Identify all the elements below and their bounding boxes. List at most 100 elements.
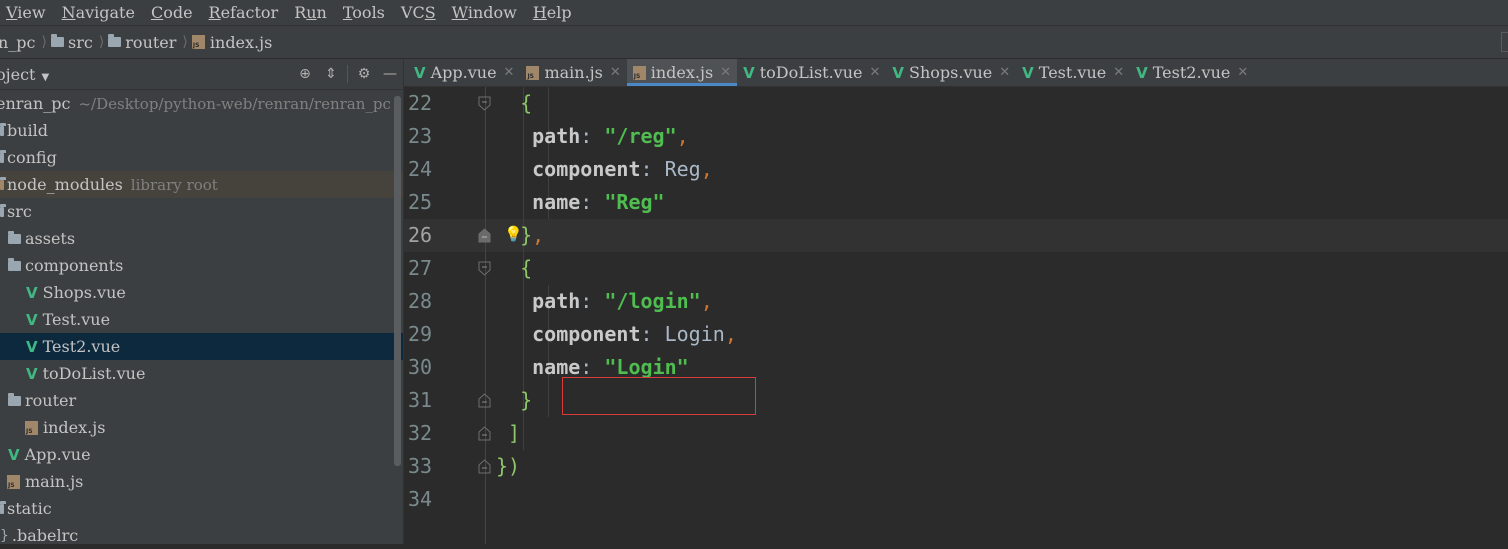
hide-panel-icon[interactable]: — bbox=[377, 66, 403, 82]
close-icon[interactable]: ✕ bbox=[870, 65, 881, 80]
tree-item-static[interactable]: static bbox=[0, 495, 403, 522]
breadcrumb-file[interactable]: index.js bbox=[191, 33, 272, 52]
menu-refactor[interactable]: Refactor bbox=[209, 3, 279, 22]
code-editor[interactable]: 22 23 24 25 26 27 28 29 30 31 32 33 34 💡… bbox=[404, 87, 1508, 544]
close-icon[interactable]: ✕ bbox=[610, 65, 621, 80]
editor-panel: VApp.vue✕ main.js✕ index.js ✕ VtoDoList.v… bbox=[404, 59, 1508, 544]
tree-item-test-vue[interactable]: V Test.vue bbox=[0, 306, 403, 333]
close-icon[interactable]: ✕ bbox=[1237, 65, 1248, 80]
menu-window[interactable]: Window bbox=[452, 3, 517, 22]
tab-index-js[interactable]: index.js ✕ bbox=[626, 59, 738, 86]
breadcrumb-router[interactable]: router bbox=[108, 33, 176, 52]
fold-marker-icon[interactable] bbox=[478, 459, 491, 474]
fold-marker-icon[interactable] bbox=[478, 426, 491, 441]
tab-label: Test.vue bbox=[1038, 63, 1107, 82]
tree-item-label: Shops.vue bbox=[42, 283, 126, 302]
code-text: { bbox=[496, 91, 533, 115]
folder-icon bbox=[108, 34, 122, 47]
code-text: }, bbox=[496, 223, 545, 247]
gear-icon[interactable]: ⚙ bbox=[351, 66, 377, 82]
vue-file-icon: V bbox=[1136, 63, 1148, 82]
config-file-icon: } bbox=[0, 527, 9, 544]
code-line: 27 bbox=[404, 252, 1508, 285]
folder-icon bbox=[0, 500, 6, 514]
tree-root-label: enran_pc bbox=[0, 94, 71, 113]
menu-run[interactable]: Run bbox=[294, 3, 327, 22]
tree-item-babelrc[interactable]: } .babelrc bbox=[0, 522, 403, 549]
line-number: 32 bbox=[408, 421, 433, 445]
tree-item-src[interactable]: src bbox=[0, 198, 403, 225]
tree-item-shops-vue[interactable]: V Shops.vue bbox=[0, 279, 403, 306]
menu-tools[interactable]: Tools bbox=[343, 3, 385, 22]
fold-marker-icon[interactable] bbox=[478, 96, 491, 111]
vue-file-icon: V bbox=[414, 63, 426, 82]
chevron-right-icon: ⟩ bbox=[41, 34, 47, 50]
menu-vcs[interactable]: VCS bbox=[401, 3, 436, 22]
js-file-icon bbox=[7, 474, 20, 489]
vue-file-icon: V bbox=[892, 63, 905, 82]
line-number: 24 bbox=[408, 157, 433, 181]
menu-code[interactable]: Code bbox=[151, 3, 193, 22]
tree-item-assets[interactable]: assets bbox=[0, 225, 403, 252]
tab-main-js[interactable]: main.js ✕ bbox=[520, 59, 626, 86]
chevron-right-icon: ⟩ bbox=[182, 34, 188, 50]
folder-icon bbox=[0, 176, 6, 190]
line-number: 25 bbox=[408, 190, 433, 214]
tab-todolist-vue[interactable]: VtoDoList.vue ✕ bbox=[737, 59, 886, 86]
tree-item-node-modules[interactable]: node_modules library root bbox=[0, 171, 403, 198]
project-view-selector[interactable]: oject ▼ bbox=[0, 65, 49, 84]
collapse-all-icon[interactable]: ⇕ bbox=[318, 66, 344, 82]
code-text: { bbox=[496, 256, 533, 280]
line-number: 26 bbox=[408, 223, 433, 247]
project-panel: oject ▼ ⊕ ⇕ ⚙ — enran_pc ~/Desktop/python… bbox=[0, 59, 404, 545]
close-icon[interactable]: ✕ bbox=[1113, 65, 1124, 80]
breadcrumb-project[interactable]: n_pc bbox=[0, 33, 36, 52]
menu-help[interactable]: Help bbox=[533, 3, 572, 22]
line-number: 27 bbox=[408, 256, 433, 280]
menu-view[interactable]: View bbox=[6, 3, 46, 22]
tree-item-label: components bbox=[25, 256, 124, 275]
close-icon[interactable]: ✕ bbox=[999, 65, 1010, 80]
highlight-box bbox=[562, 377, 756, 415]
tab-test-vue[interactable]: V Test.vue ✕ bbox=[1016, 59, 1130, 86]
tab-app-vue[interactable]: V App.vue ✕ bbox=[408, 59, 520, 86]
js-file-icon bbox=[632, 65, 646, 80]
vue-file-icon: V bbox=[26, 283, 38, 302]
close-icon[interactable]: ✕ bbox=[504, 65, 515, 80]
fold-marker-icon[interactable] bbox=[478, 261, 491, 276]
locate-icon[interactable]: ⊕ bbox=[292, 66, 318, 82]
tree-item-config[interactable]: config bbox=[0, 144, 403, 171]
chevron-right-icon: ⟩ bbox=[98, 34, 105, 50]
sidebar-scrollbar[interactable] bbox=[394, 96, 401, 466]
tree-item-app-vue[interactable]: V App.vue bbox=[0, 441, 403, 468]
line-number: 28 bbox=[408, 289, 433, 313]
vue-file-icon: V bbox=[26, 337, 38, 356]
fold-marker-icon[interactable] bbox=[478, 228, 491, 243]
tree-item-todolist-vue[interactable]: VtoDoList.vue bbox=[0, 360, 403, 387]
tree-item-label: node_modules bbox=[7, 175, 123, 194]
tree-root[interactable]: enran_pc ~/Desktop/python-web/renran/ren… bbox=[0, 90, 403, 117]
tree-item-components[interactable]: components bbox=[0, 252, 403, 279]
breadcrumb-src[interactable]: src bbox=[50, 33, 93, 52]
gutter-separator bbox=[485, 87, 486, 544]
fold-marker-icon[interactable] bbox=[478, 393, 491, 408]
tree-item-label: config bbox=[7, 148, 57, 167]
menu-navigate[interactable]: Navigate bbox=[62, 3, 135, 22]
tree-item-build[interactable]: build bbox=[0, 117, 403, 144]
tree-item-label: assets bbox=[25, 229, 76, 248]
menu-bar: View Navigate Code Refactor Run Tools VC… bbox=[0, 0, 1508, 26]
tree-item-router[interactable]: router bbox=[0, 387, 403, 414]
tree-item-label: Test.vue bbox=[42, 310, 111, 329]
tree-item-main-js[interactable]: main.js bbox=[0, 468, 403, 495]
tree-item-test2-vue[interactable]: V Test2.vue bbox=[0, 333, 403, 360]
line-number: 29 bbox=[408, 322, 433, 346]
close-icon[interactable]: ✕ bbox=[720, 65, 731, 80]
tree-item-label: index.js bbox=[43, 418, 106, 437]
toolbar-edge-button[interactable] bbox=[1501, 32, 1508, 52]
tab-label: index.js bbox=[650, 63, 714, 82]
tree-item-index-js[interactable]: index.js bbox=[0, 414, 403, 441]
line-number: 31 bbox=[408, 388, 433, 412]
tab-test2-vue[interactable]: V Test2.vue ✕ bbox=[1130, 59, 1254, 86]
tab-shops-vue[interactable]: V Shops.vue ✕ bbox=[886, 59, 1016, 86]
vue-file-icon: V bbox=[26, 310, 38, 329]
